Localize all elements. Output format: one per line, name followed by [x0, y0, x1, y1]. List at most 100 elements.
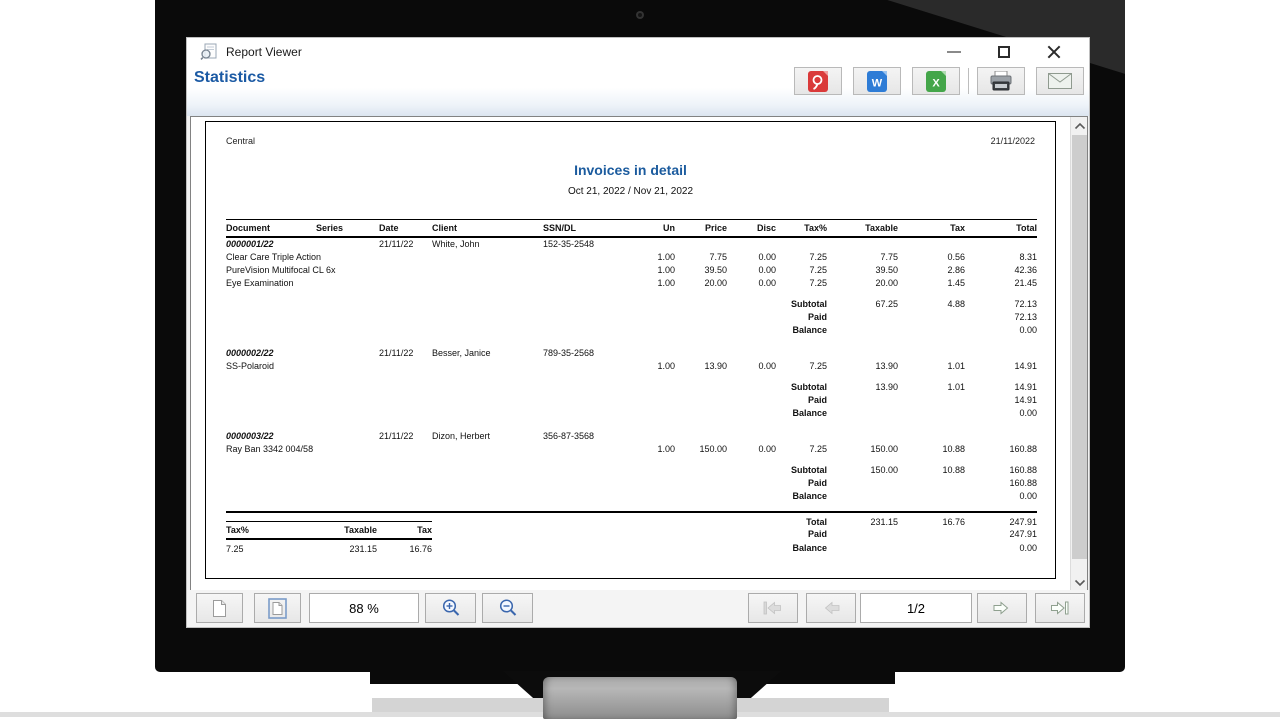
tax-summary-cell: Tax% Taxable Tax 7.25 231.15 16.76	[226, 512, 643, 555]
invoice-header-row: 0000003/2221/11/22Dizon, Herbert356-87-3…	[226, 429, 1037, 442]
svg-text:X: X	[932, 77, 940, 89]
previous-page-button[interactable]	[806, 593, 856, 623]
balance-label: Balance	[776, 489, 827, 502]
total-amount: 247.91	[965, 512, 1037, 527]
invoice-date: 21/11/22	[379, 346, 432, 359]
item-description: Ray Ban 3342 004/58	[226, 442, 643, 455]
single-page-icon	[212, 599, 227, 618]
item-disc: 0.00	[727, 442, 776, 455]
zoom-out-button[interactable]	[482, 593, 533, 623]
subtotal-tax: 1.01	[898, 380, 965, 393]
item-price: 150.00	[675, 442, 727, 455]
first-page-button[interactable]	[748, 593, 798, 623]
total-label: Total	[776, 512, 827, 527]
paid-row: Paid160.88	[226, 476, 1037, 489]
excel-export-icon: X	[926, 71, 946, 92]
item-taxpct: 7.25	[776, 442, 827, 455]
invoice-ssn: 356-87-3568	[543, 429, 643, 442]
header-row: Document Series Date Client SSN/DL Un Pr…	[226, 220, 1037, 238]
balance-label: Balance	[776, 541, 827, 555]
minimize-icon	[947, 51, 961, 53]
grand-total-section: Tax% Taxable Tax 7.25 231.15 16.76	[226, 512, 1037, 555]
single-page-view-button[interactable]	[196, 593, 243, 623]
next-page-icon	[991, 601, 1013, 615]
col-client: Client	[432, 220, 543, 238]
paid-amount: 14.91	[965, 393, 1037, 406]
paid-label: Paid	[776, 310, 827, 323]
invoice-ssn: 789-35-2568	[543, 346, 643, 359]
invoice-series	[316, 237, 379, 250]
spacer-row	[226, 455, 1037, 463]
maximize-button[interactable]	[979, 42, 1029, 62]
report-print-date: 21/11/2022	[991, 136, 1035, 146]
item-taxpct: 7.25	[776, 263, 827, 276]
item-disc: 0.00	[727, 250, 776, 263]
invoice-item-row: PureVision Multifocal CL 6x1.0039.500.00…	[226, 263, 1037, 276]
export-toolbar: W X	[783, 67, 1084, 95]
col-document: Document	[226, 220, 316, 238]
spacer-row	[226, 502, 1037, 512]
export-word-button[interactable]: W	[853, 67, 901, 95]
subtotal-row: Subtotal150.0010.88160.88	[226, 463, 1037, 476]
item-price: 20.00	[675, 276, 727, 289]
email-button[interactable]	[1036, 67, 1084, 95]
subtotal-row: Subtotal13.901.0114.91	[226, 380, 1037, 393]
tax-summary-value-row: 7.25 231.15 16.76	[226, 539, 432, 554]
subtotal-tax: 4.88	[898, 297, 965, 310]
export-pdf-button[interactable]	[794, 67, 842, 95]
scroll-up-button[interactable]	[1071, 117, 1088, 134]
report-page: Central 21/11/2022 Invoices in detail Oc…	[205, 121, 1056, 579]
invoice-table-body: 0000001/2221/11/22White, John152-35-2548…	[226, 237, 1037, 512]
invoice-series	[316, 429, 379, 442]
invoice-client: Dizon, Herbert	[432, 429, 543, 442]
report-branch: Central	[226, 136, 255, 146]
item-taxable: 20.00	[827, 276, 898, 289]
chevron-up-icon	[1074, 122, 1086, 130]
balance-row: Balance0.00	[226, 323, 1037, 336]
app-header: Statistics W	[187, 65, 1089, 116]
svg-text:W: W	[872, 77, 883, 89]
previous-page-icon	[820, 601, 842, 615]
invoice-header-row: 0000001/2221/11/22White, John152-35-2548	[226, 237, 1037, 250]
paid-row: Paid72.13	[226, 310, 1037, 323]
close-icon	[1047, 45, 1061, 59]
item-description: SS-Polaroid	[226, 359, 643, 372]
tax-summary-taxable: 231.15	[284, 539, 377, 554]
col-price: Price	[675, 220, 727, 238]
scroll-down-button[interactable]	[1071, 574, 1088, 591]
spacer-row	[226, 419, 1037, 429]
item-price: 13.90	[675, 359, 727, 372]
grand-total-row: Tax% Taxable Tax 7.25 231.15 16.76	[226, 512, 1037, 527]
monitor-stand-neck	[543, 677, 737, 719]
export-excel-button[interactable]: X	[912, 67, 960, 95]
invoice-item-row: SS-Polaroid1.0013.900.007.2513.901.0114.…	[226, 359, 1037, 372]
item-un: 1.00	[643, 276, 675, 289]
subtotal-row: Subtotal67.254.8872.13	[226, 297, 1037, 310]
item-disc: 0.00	[727, 276, 776, 289]
invoice-number: 0000001/22	[226, 237, 316, 250]
paid-label: Paid	[776, 527, 827, 541]
spacer-row	[226, 336, 1037, 346]
invoice-table-header: Document Series Date Client SSN/DL Un Pr…	[226, 220, 1037, 238]
tax-summary-col-tax: Tax	[377, 521, 432, 539]
zoom-in-button[interactable]	[425, 593, 476, 623]
subtotal-taxable: 150.00	[827, 463, 898, 476]
scrollbar-thumb[interactable]	[1072, 135, 1087, 559]
invoice-item-row: Clear Care Triple Action1.007.750.007.25…	[226, 250, 1037, 263]
vertical-scrollbar[interactable]	[1070, 117, 1087, 591]
subtotal-label: Subtotal	[776, 380, 827, 393]
last-page-button[interactable]	[1035, 593, 1085, 623]
invoice-date: 21/11/22	[379, 429, 432, 442]
spacer-row	[226, 372, 1037, 380]
page-number-field[interactable]: 1/2	[860, 593, 972, 623]
report-viewer-window: Report Viewer Statistics W	[186, 37, 1090, 628]
next-page-button[interactable]	[977, 593, 1027, 623]
zoom-level-field[interactable]: 88 %	[309, 593, 419, 623]
first-page-icon	[762, 601, 784, 615]
minimize-button[interactable]	[929, 42, 979, 62]
col-un: Un	[643, 220, 675, 238]
fit-page-view-button[interactable]	[254, 593, 301, 623]
print-button[interactable]	[977, 67, 1025, 95]
close-button[interactable]	[1029, 42, 1079, 62]
invoice-item-row: Ray Ban 3342 004/581.00150.000.007.25150…	[226, 442, 1037, 455]
